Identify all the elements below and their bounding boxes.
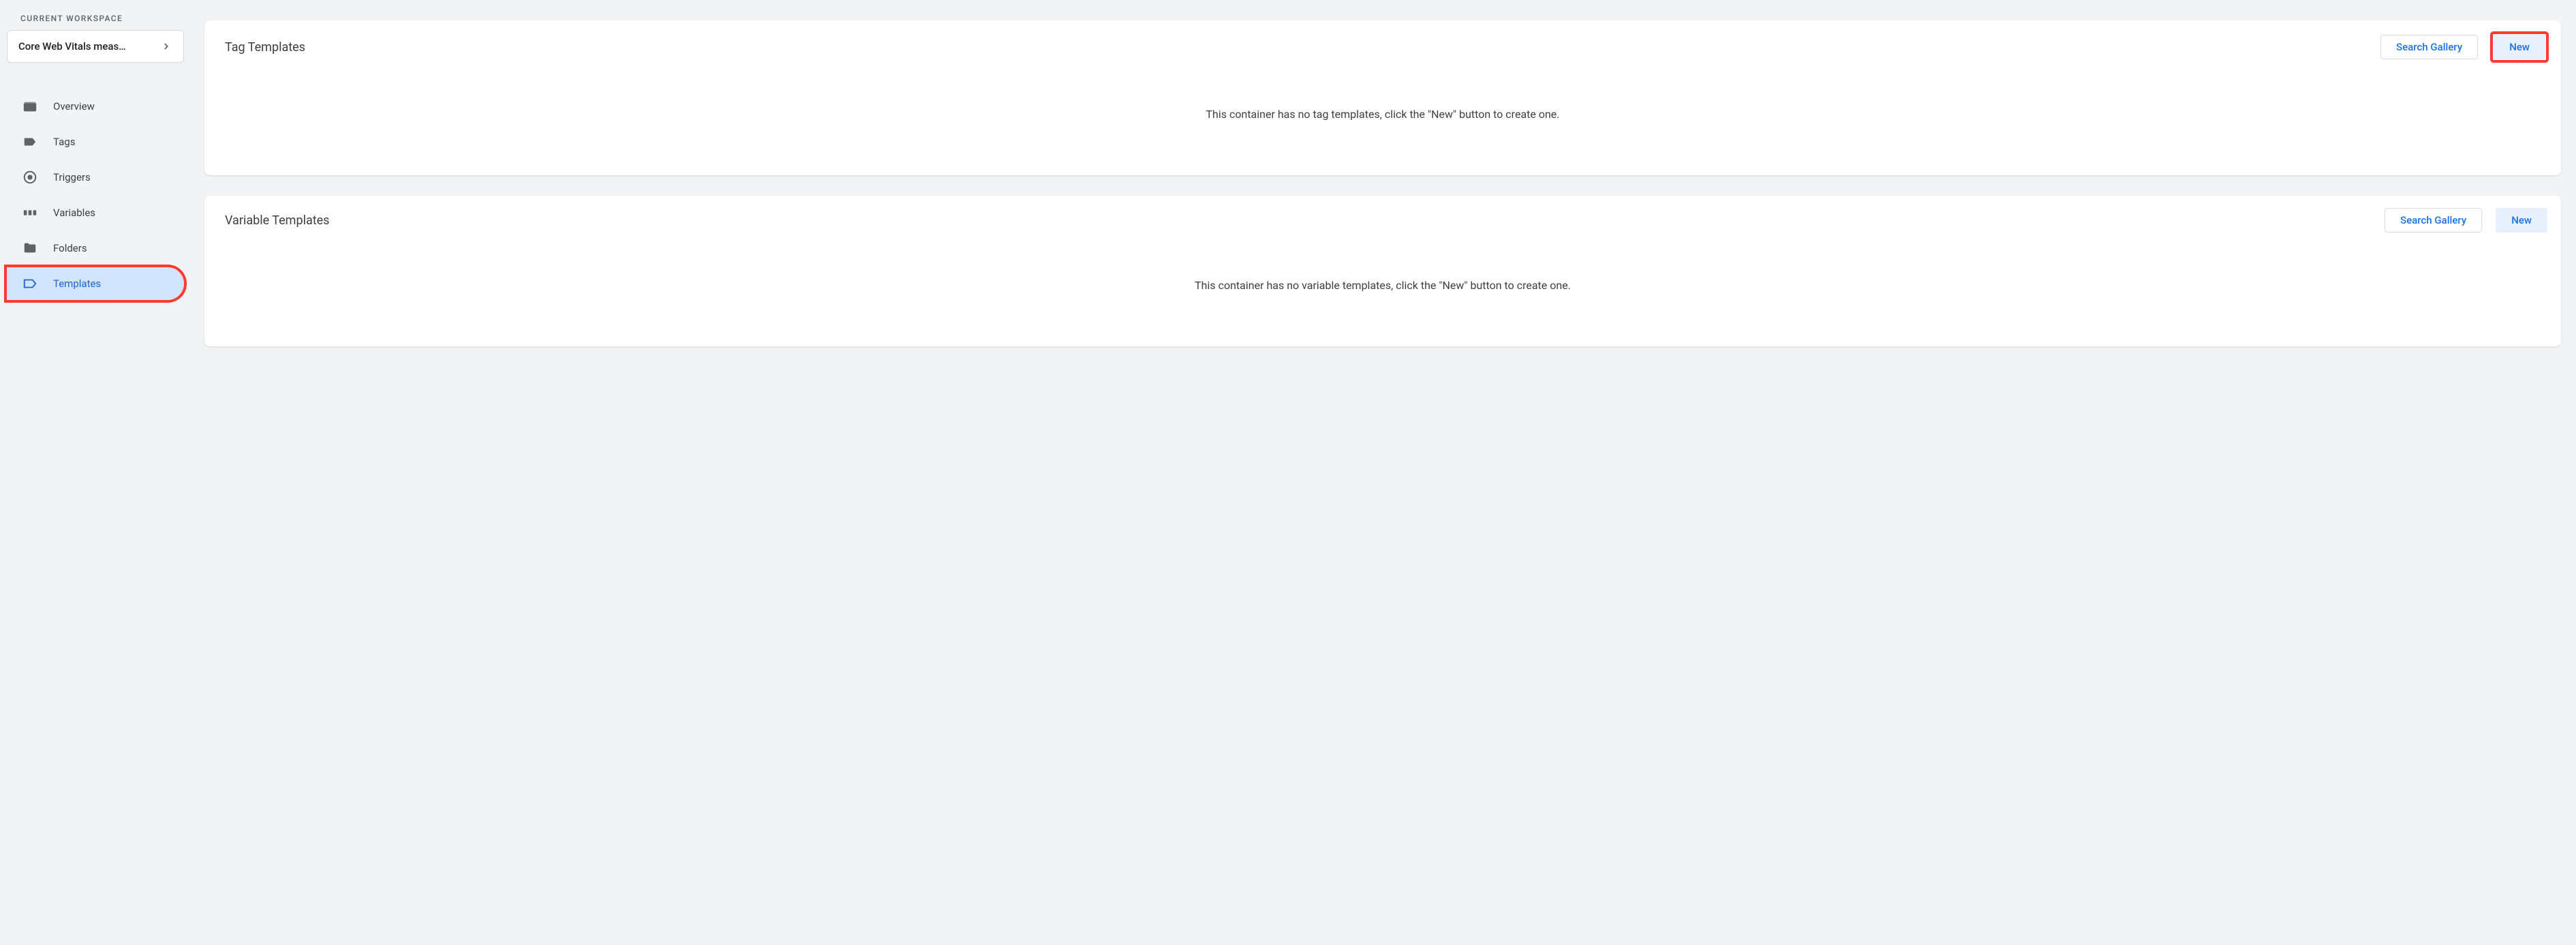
new-variable-template-button[interactable]: New — [2496, 208, 2547, 232]
sidebar-item-overview[interactable]: Overview — [7, 90, 184, 123]
empty-state-message: This container has no variable templates… — [204, 238, 2561, 319]
sidebar-item-label: Overview — [53, 100, 95, 112]
tag-templates-panel: Tag Templates Search Gallery New This co… — [204, 20, 2561, 175]
sidebar-item-label: Tags — [53, 136, 75, 148]
search-gallery-button[interactable]: Search Gallery — [2380, 35, 2478, 59]
sidebar-item-variables[interactable]: Variables — [7, 196, 184, 229]
sidebar-item-triggers[interactable]: Triggers — [7, 161, 184, 194]
sidebar-item-label: Triggers — [53, 171, 91, 183]
variable-templates-panel: Variable Templates Search Gallery New Th… — [204, 196, 2561, 346]
panel-header: Variable Templates Search Gallery New — [204, 196, 2561, 238]
new-tag-template-button[interactable]: New — [2494, 35, 2545, 59]
triggers-icon — [22, 169, 38, 185]
main-content: Tag Templates Search Gallery New This co… — [191, 0, 2576, 945]
folders-icon — [22, 240, 38, 256]
empty-state-message: This container has no tag templates, cli… — [204, 67, 2561, 148]
templates-icon — [22, 275, 38, 292]
panel-title: Variable Templates — [225, 213, 329, 228]
sidebar-item-label: Templates — [53, 278, 101, 290]
new-button-highlight: New — [2491, 33, 2547, 61]
sidebar: CURRENT WORKSPACE Core Web Vitals meas… … — [0, 0, 191, 945]
overview-icon — [22, 98, 38, 115]
sidebar-item-folders[interactable]: Folders — [7, 232, 184, 265]
panel-actions: Search Gallery New — [2380, 33, 2547, 61]
sidebar-item-label: Variables — [53, 207, 95, 219]
sidebar-item-templates[interactable]: Templates — [7, 267, 184, 300]
panel-header: Tag Templates Search Gallery New — [204, 20, 2561, 67]
workspace-selector[interactable]: Core Web Vitals meas… — [7, 30, 184, 63]
variables-icon — [22, 205, 38, 221]
search-gallery-button[interactable]: Search Gallery — [2385, 208, 2482, 232]
tags-icon — [22, 134, 38, 150]
workspace-name: Core Web Vitals meas… — [18, 40, 126, 52]
panel-title: Tag Templates — [225, 40, 305, 55]
panel-actions: Search Gallery New — [2385, 208, 2547, 232]
sidebar-nav: Overview Tags Triggers Variables — [7, 90, 184, 300]
workspace-heading: CURRENT WORKSPACE — [7, 14, 184, 30]
chevron-right-icon — [160, 40, 172, 52]
sidebar-item-tags[interactable]: Tags — [7, 125, 184, 158]
sidebar-item-label: Folders — [53, 242, 87, 254]
